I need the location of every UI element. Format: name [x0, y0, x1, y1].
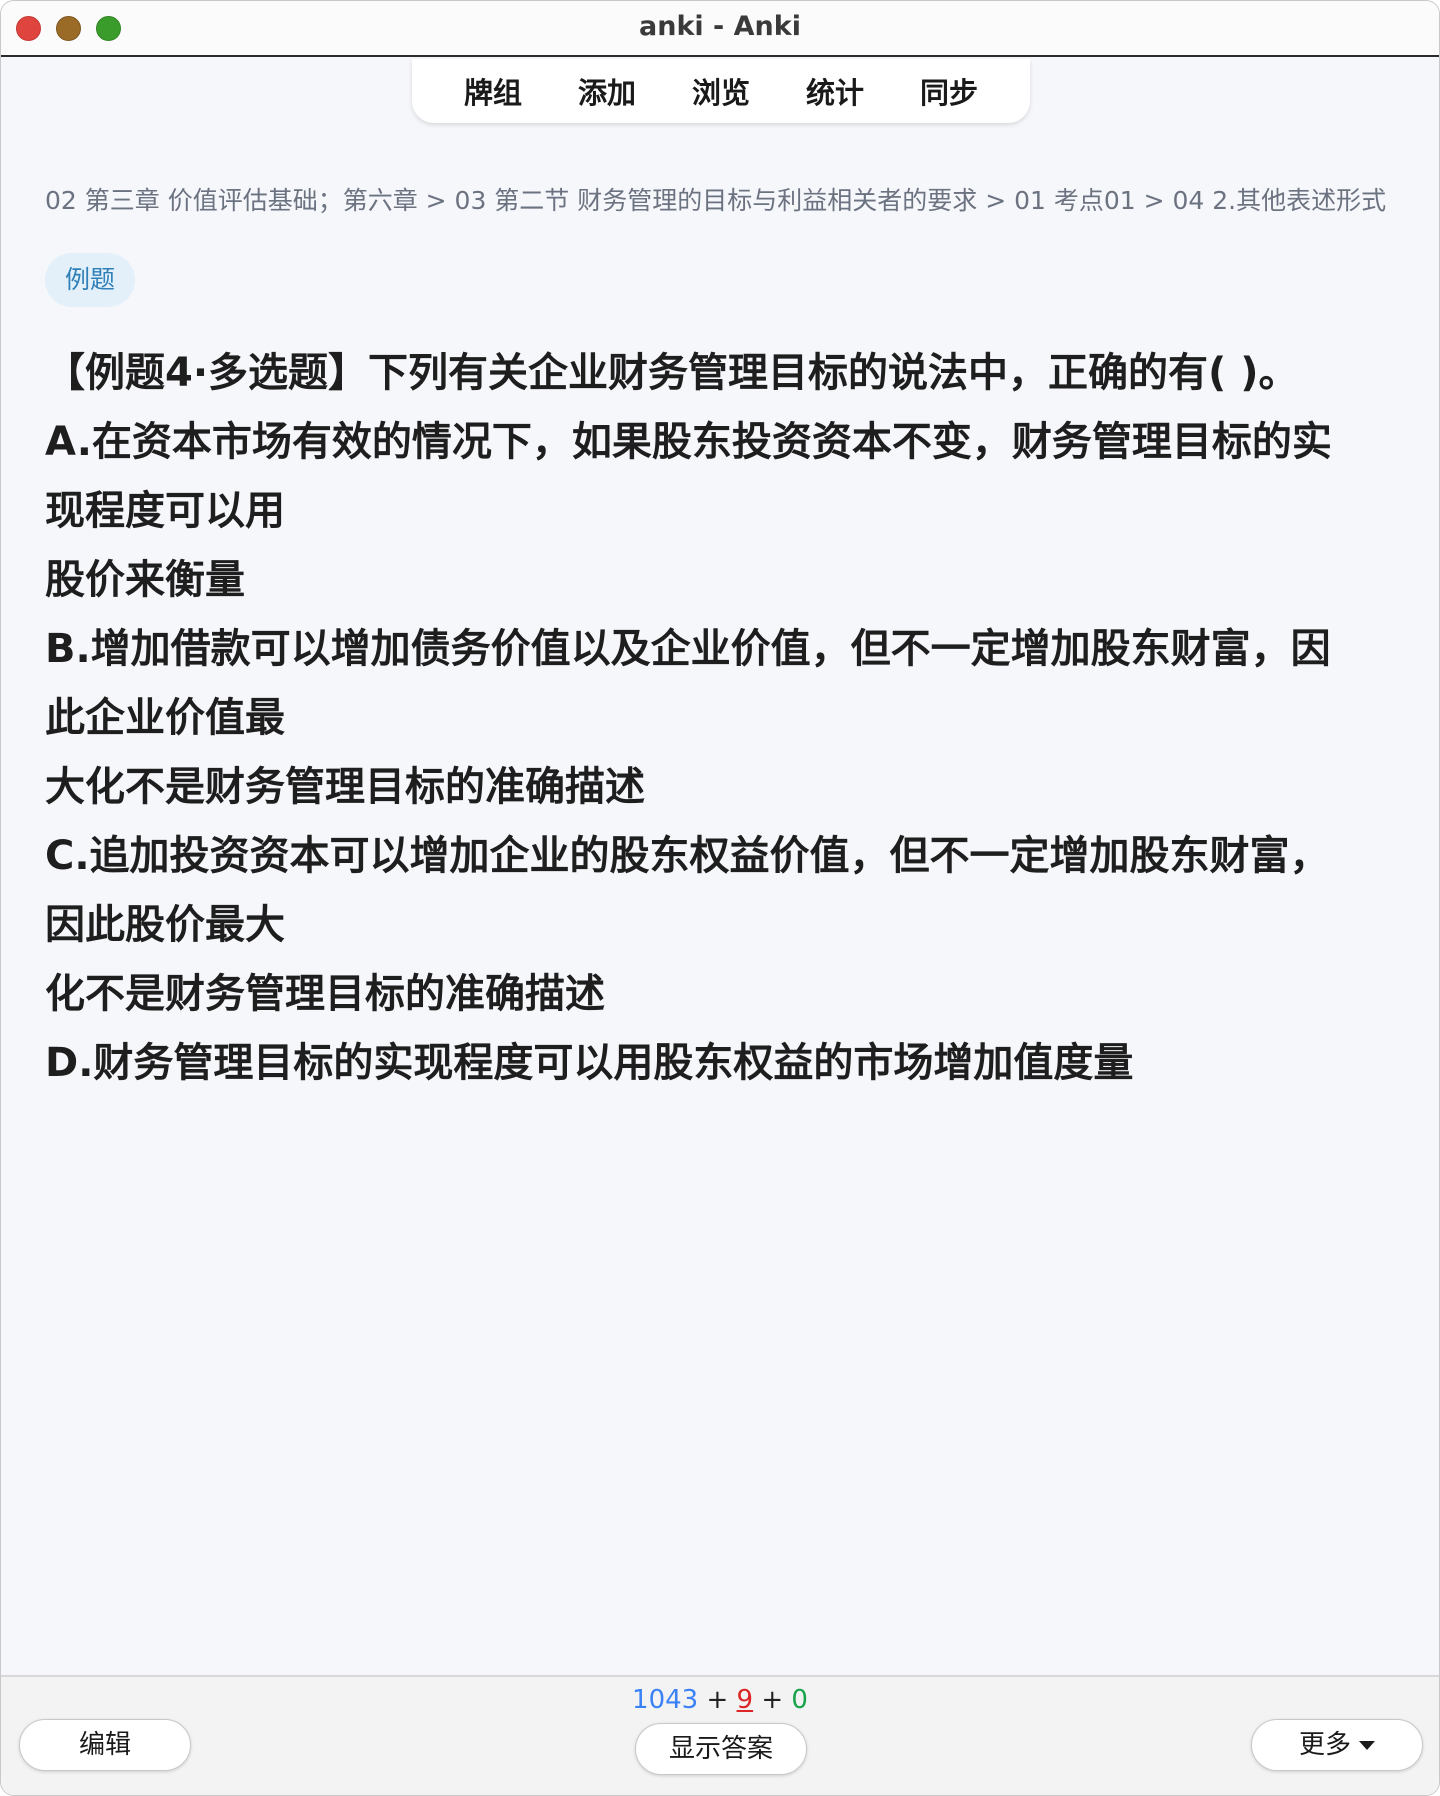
card-tag: 例题: [45, 253, 136, 307]
more-button-label: 更多: [1298, 1730, 1351, 1760]
learn-count: 9: [736, 1685, 754, 1715]
question-line: B.增加借款可以增加债务价值以及企业价值，但不一定增加股东财富，因: [45, 626, 1331, 672]
toolbar-stats[interactable]: 统计: [794, 64, 876, 118]
question-line: 【例题4·多选题】下列有关企业财务管理目标的说法中，正确的有( )。: [45, 350, 1299, 396]
toolbar-add[interactable]: 添加: [566, 64, 648, 118]
review-count: 0: [791, 1685, 808, 1715]
due-counts: 1043 + 9 + 0: [1, 1685, 1439, 1715]
toolbar-decks[interactable]: 牌组: [452, 64, 534, 118]
deck-breadcrumb: 02 第三章 价值评估基础；第六章 > 03 第二节 财务管理的目标与利益相关者…: [45, 186, 1387, 215]
edit-button[interactable]: 编辑: [19, 1719, 191, 1771]
question-line: A.在资本市场有效的情况下，如果股东投资资本不变，财务管理目标的实: [45, 419, 1332, 465]
review-bottom-bar: 1043 + 9 + 0 编辑 显示答案 更多: [1, 1675, 1439, 1795]
edit-button-label: 编辑: [78, 1730, 131, 1760]
count-separator: +: [761, 1685, 784, 1715]
question-line: 因此股价最大: [45, 902, 285, 948]
caret-down-icon: [1359, 1741, 1375, 1750]
card-question: 【例题4·多选题】下列有关企业财务管理目标的说法中，正确的有( )。 A.在资本…: [45, 339, 1405, 1098]
question-line: 现程度可以用: [45, 488, 285, 534]
question-line: 大化不是财务管理目标的准确描述: [45, 764, 645, 810]
window-title: anki - Anki: [639, 11, 801, 42]
anki-window: anki - Anki 牌组 添加 浏览 统计 同步 02 第三章 价值评估基础…: [0, 0, 1440, 1796]
title-bar: anki - Anki: [1, 1, 1439, 57]
question-line: 化不是财务管理目标的准确描述: [45, 971, 605, 1017]
show-answer-label: 显示答案: [668, 1734, 773, 1764]
toolbar-browse[interactable]: 浏览: [680, 64, 762, 118]
new-count: 1043: [632, 1685, 699, 1715]
count-separator: +: [706, 1685, 729, 1715]
question-line: 此企业价值最: [45, 695, 285, 741]
question-line: C.追加投资资本可以增加企业的股东权益价值，但不一定增加股东财富，: [45, 833, 1330, 879]
show-answer-button[interactable]: 显示答案: [635, 1723, 807, 1775]
more-button[interactable]: 更多: [1251, 1719, 1423, 1771]
question-line: 股价来衡量: [45, 557, 245, 603]
question-line: D.财务管理目标的实现程度可以用股东权益的市场增加值度量: [45, 1040, 1134, 1086]
main-toolbar: 牌组 添加 浏览 统计 同步: [412, 59, 1030, 123]
toolbar-sync[interactable]: 同步: [908, 64, 990, 118]
